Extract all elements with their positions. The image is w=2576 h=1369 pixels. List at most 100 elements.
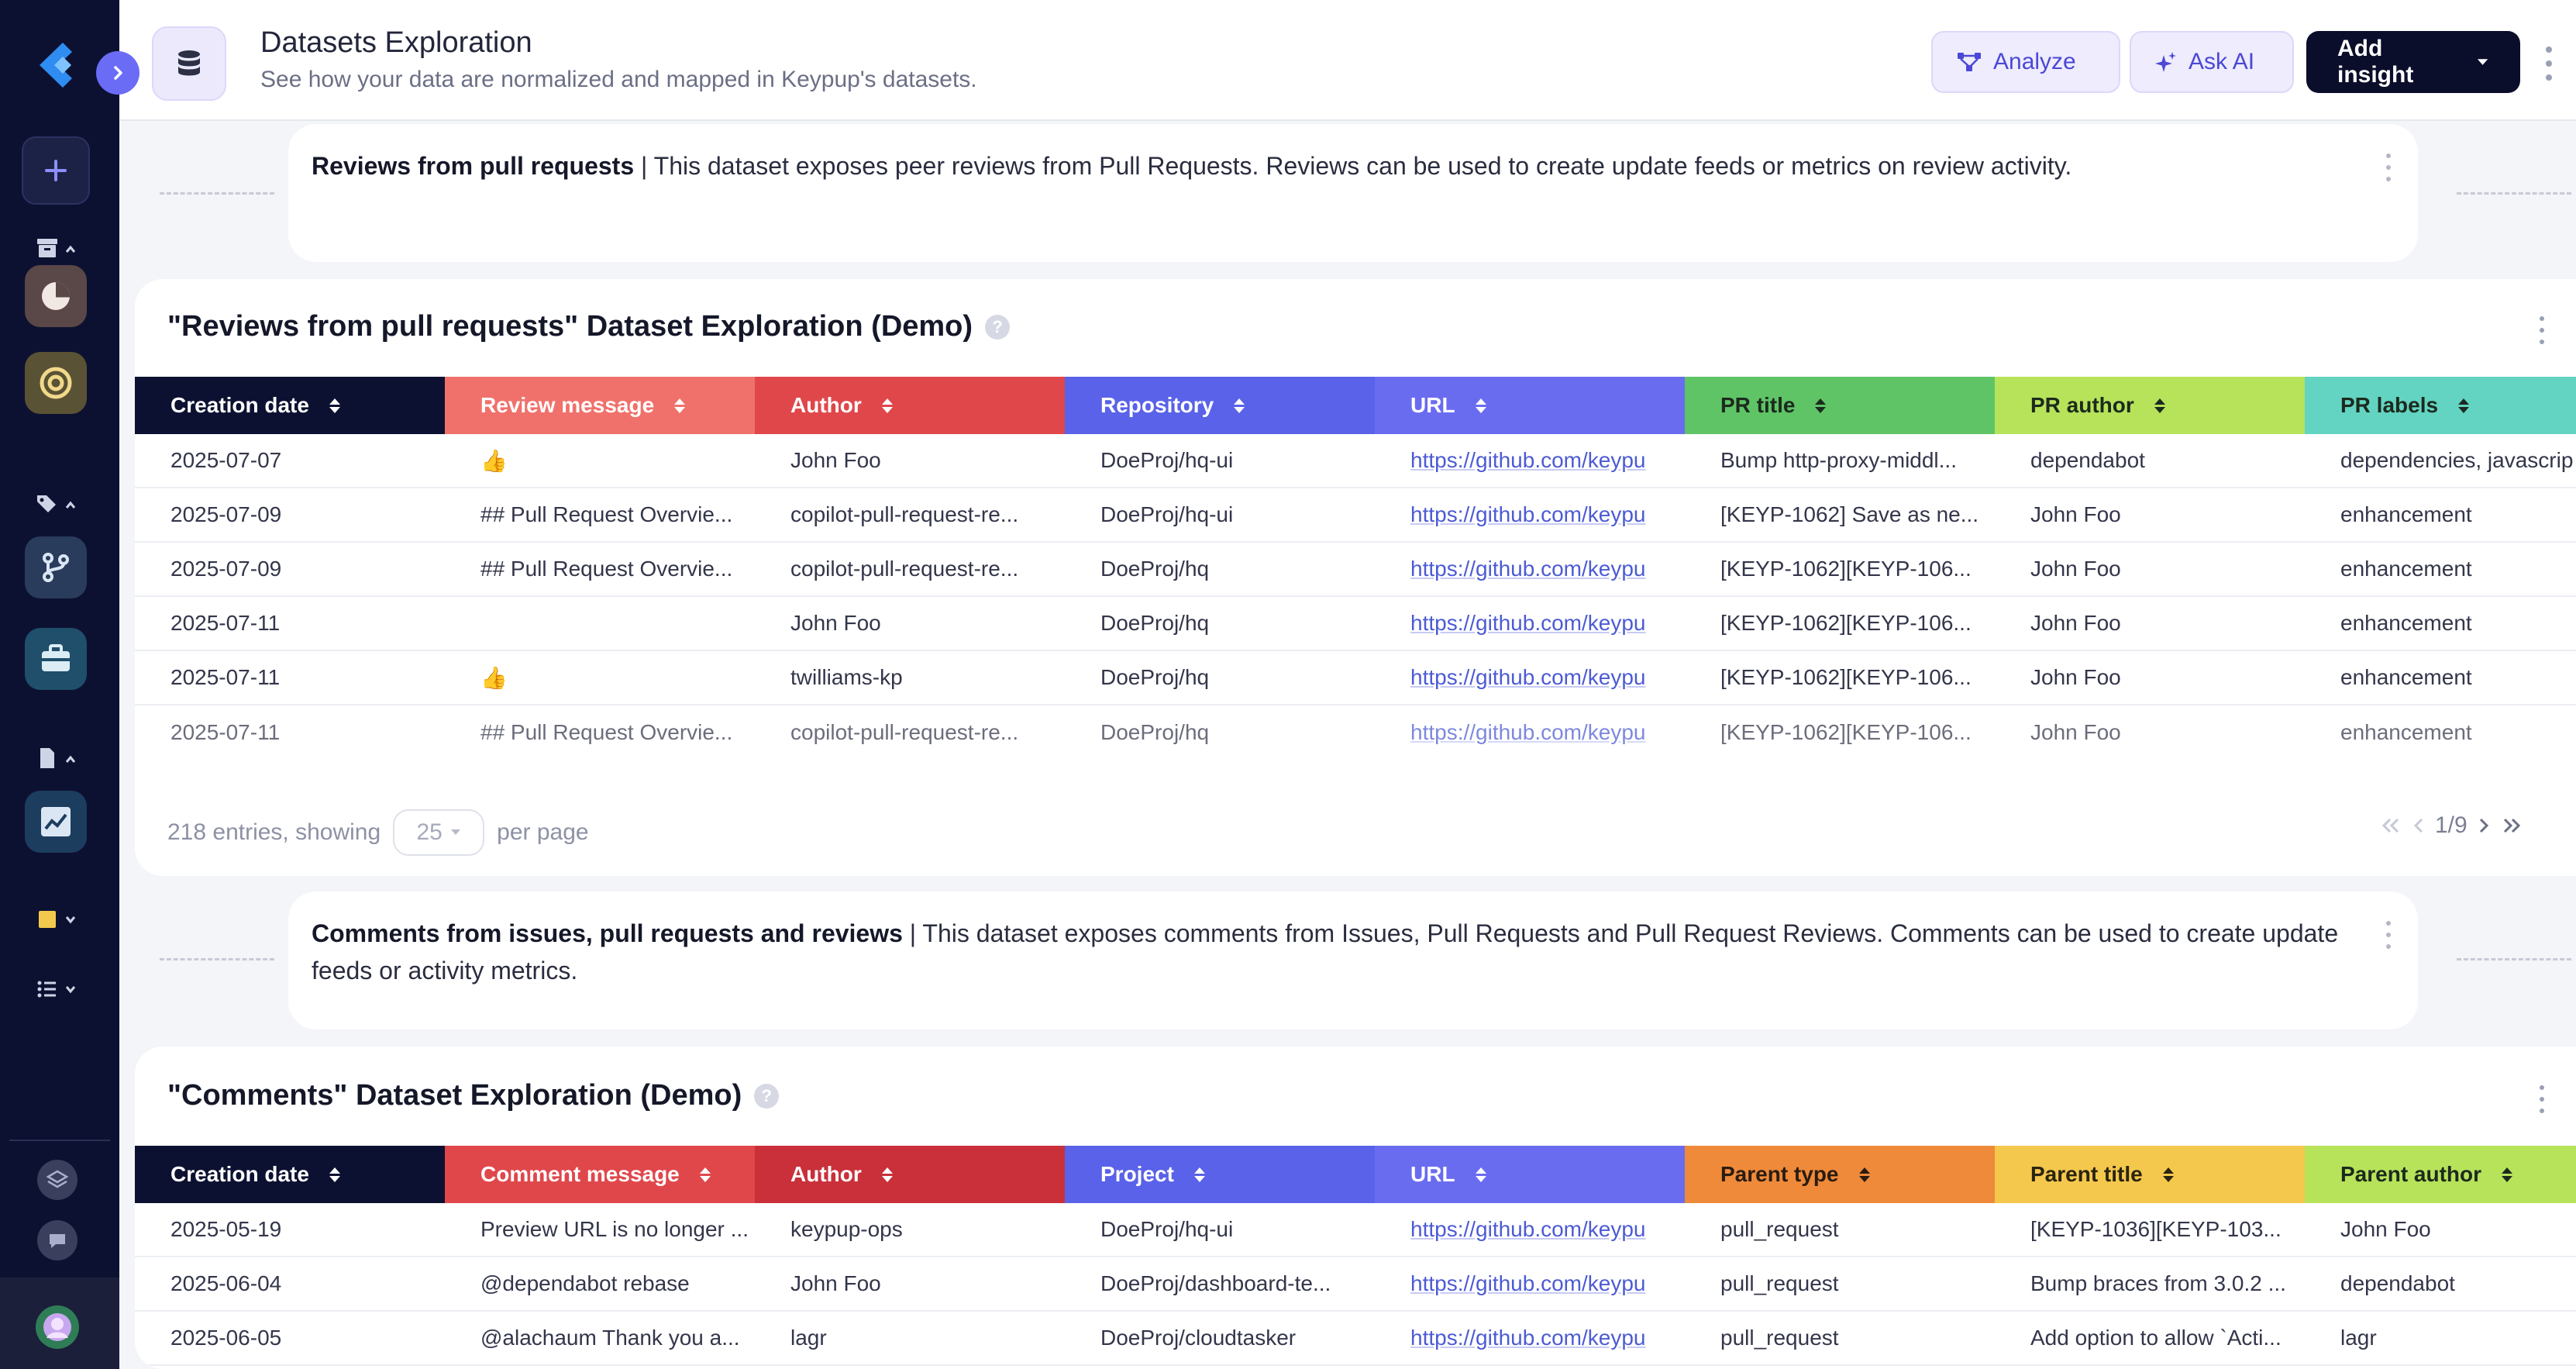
- analyze-button[interactable]: Analyze: [1931, 31, 2120, 93]
- comments-table-menu-icon[interactable]: [2536, 1085, 2548, 1113]
- comments-table: Creation date Comment message Author Pro…: [135, 1146, 2576, 1366]
- divider-left: [160, 958, 274, 960]
- cell-pr-labels: enhancement: [2340, 611, 2472, 635]
- help-icon[interactable]: ?: [985, 314, 1011, 340]
- cell-url-link[interactable]: https://github.com/keypu: [1375, 705, 1685, 760]
- column-header[interactable]: Creation date: [135, 1146, 445, 1203]
- first-page-icon[interactable]: [2379, 816, 2402, 835]
- sidebar: [0, 0, 119, 1369]
- comments-table-card: "Comments" Dataset Exploration (Demo) ? …: [135, 1047, 2576, 1369]
- sort-icon: [329, 398, 340, 413]
- sparkle-icon: [2155, 52, 2176, 72]
- note-section-icon[interactable]: [31, 904, 81, 935]
- cell-parent-author: dependabot: [2340, 1271, 2455, 1295]
- column-header[interactable]: Author: [755, 377, 1065, 434]
- sort-icon: [881, 1167, 893, 1182]
- cell-pr-title: [KEYP-1062][KEYP-106...: [1720, 720, 1972, 744]
- column-header[interactable]: PR labels: [2305, 377, 2576, 434]
- cell-author: copilot-pull-request-re...: [790, 720, 1019, 744]
- cell-author: John Foo: [790, 1271, 881, 1295]
- cell-url-link[interactable]: https://github.com/keypu: [1375, 1203, 1685, 1256]
- ask-ai-button[interactable]: Ask AI: [2130, 31, 2294, 93]
- chat-icon[interactable]: [37, 1220, 77, 1260]
- column-header[interactable]: PR author: [1995, 377, 2305, 434]
- briefcase-app-button[interactable]: [25, 628, 87, 690]
- sort-icon: [674, 398, 686, 413]
- archive-section-icon[interactable]: [31, 233, 81, 264]
- avatar[interactable]: [36, 1305, 79, 1349]
- column-header[interactable]: Review message: [445, 377, 755, 434]
- line-chart-app-button[interactable]: [25, 791, 87, 853]
- column-header[interactable]: URL: [1375, 1146, 1685, 1203]
- column-header[interactable]: PR title: [1685, 377, 1995, 434]
- table-row[interactable]: 2025-07-07 👍 John Foo DoeProj/hq-ui https://…: [135, 434, 2576, 488]
- table-row[interactable]: 2025-06-04 @dependabot rebase John Foo DoeP…: [135, 1257, 2576, 1312]
- note-menu-icon[interactable]: [2382, 921, 2395, 949]
- note-menu-icon[interactable]: [2382, 153, 2395, 181]
- column-header[interactable]: URL: [1375, 377, 1685, 434]
- cell-author: copilot-pull-request-re...: [790, 557, 1019, 581]
- add-button[interactable]: [22, 136, 90, 205]
- table-row[interactable]: 2025-07-11 John Foo DoeProj/hq https://gith…: [135, 597, 2576, 651]
- cell-project: DoeProj/dashboard-te...: [1100, 1271, 1331, 1295]
- keypup-logo[interactable]: [28, 34, 90, 96]
- add-insight-button[interactable]: Add insight: [2306, 31, 2520, 93]
- column-header[interactable]: Parent author: [2305, 1146, 2576, 1203]
- table-row[interactable]: 2025-07-11 👍 twilliams-kp DoeProj/hq https:/…: [135, 651, 2576, 705]
- cell-project: DoeProj/cloudtasker: [1100, 1326, 1297, 1350]
- tag-section-icon[interactable]: [31, 488, 81, 519]
- cell-url-link[interactable]: https://github.com/keypu: [1375, 597, 1685, 650]
- cell-parent-title: Bump braces from 3.0.2 ...: [2030, 1271, 2286, 1295]
- reviews-table-title: "Reviews from pull requests" Dataset Exp…: [167, 310, 1011, 343]
- sort-icon: [1475, 1167, 1486, 1182]
- help-icon[interactable]: ?: [754, 1083, 780, 1109]
- last-page-icon[interactable]: [2500, 816, 2523, 835]
- cell-author: John Foo: [790, 611, 881, 635]
- sort-icon: [1234, 398, 1245, 413]
- reviews-table-menu-icon[interactable]: [2536, 316, 2548, 344]
- table-row[interactable]: 2025-06-05 @alachaum Thank you a... lagr Do…: [135, 1312, 2576, 1366]
- table-row[interactable]: 2025-07-09 ## Pull Request Overvie... copi…: [135, 488, 2576, 543]
- analyze-label: Analyze: [1993, 49, 2076, 74]
- column-header[interactable]: Repository: [1065, 377, 1375, 434]
- table-row[interactable]: 2025-07-11 ## Pull Request Overvie... copi…: [135, 705, 2576, 760]
- list-section-icon[interactable]: [31, 974, 81, 1005]
- cell-url-link[interactable]: https://github.com/keypu: [1375, 488, 1685, 541]
- per-page-select[interactable]: 25: [393, 809, 485, 856]
- column-header[interactable]: Parent title: [1995, 1146, 2305, 1203]
- caret-down-icon: [2477, 59, 2488, 65]
- cell-url-link[interactable]: https://github.com/keypu: [1375, 1257, 1685, 1310]
- table-row[interactable]: 2025-07-09 ## Pull Request Overvie... copi…: [135, 543, 2576, 597]
- cell-pr-author: John Foo: [2030, 611, 2121, 635]
- expand-sidebar-button[interactable]: [96, 51, 139, 95]
- pie-chart-app-button[interactable]: [25, 265, 87, 327]
- column-header[interactable]: Author: [755, 1146, 1065, 1203]
- column-header[interactable]: Project: [1065, 1146, 1375, 1203]
- reviews-note-title: Reviews from pull requests: [312, 152, 635, 180]
- cell-url-link[interactable]: https://github.com/keypu: [1375, 543, 1685, 595]
- cell-review-message: [445, 597, 755, 650]
- comments-table-title-text: "Comments" Dataset Exploration (Demo): [167, 1079, 742, 1112]
- header-menu-icon[interactable]: [2537, 40, 2561, 87]
- cell-creation-date: 2025-07-07: [170, 448, 282, 472]
- cell-repository: DoeProj/hq-ui: [1100, 502, 1234, 526]
- sort-icon: [699, 1167, 711, 1182]
- cell-url-link[interactable]: https://github.com/keypu: [1375, 651, 1685, 704]
- table-row[interactable]: 2025-05-19 Preview URL is no longer ... ke…: [135, 1203, 2576, 1257]
- layers-icon[interactable]: [37, 1160, 77, 1200]
- cell-pr-title: [KEYP-1062][KEYP-106...: [1720, 557, 1972, 581]
- cell-url-link[interactable]: https://github.com/keypu: [1375, 1312, 1685, 1364]
- prev-page-icon[interactable]: [2412, 816, 2426, 835]
- comments-dataset-note: Comments from issues, pull requests and …: [288, 891, 2418, 1029]
- sidebar-divider: [9, 1140, 110, 1141]
- target-app-button[interactable]: [25, 352, 87, 414]
- column-header[interactable]: Comment message: [445, 1146, 755, 1203]
- column-header[interactable]: Parent type: [1685, 1146, 1995, 1203]
- column-header[interactable]: Creation date: [135, 377, 445, 434]
- ask-ai-label: Ask AI: [2189, 49, 2255, 74]
- cell-creation-date: 2025-05-19: [170, 1217, 282, 1241]
- git-branch-app-button[interactable]: [25, 536, 87, 598]
- document-section-icon[interactable]: [31, 743, 81, 774]
- next-page-icon[interactable]: [2477, 816, 2491, 835]
- cell-url-link[interactable]: https://github.com/keypu: [1375, 434, 1685, 487]
